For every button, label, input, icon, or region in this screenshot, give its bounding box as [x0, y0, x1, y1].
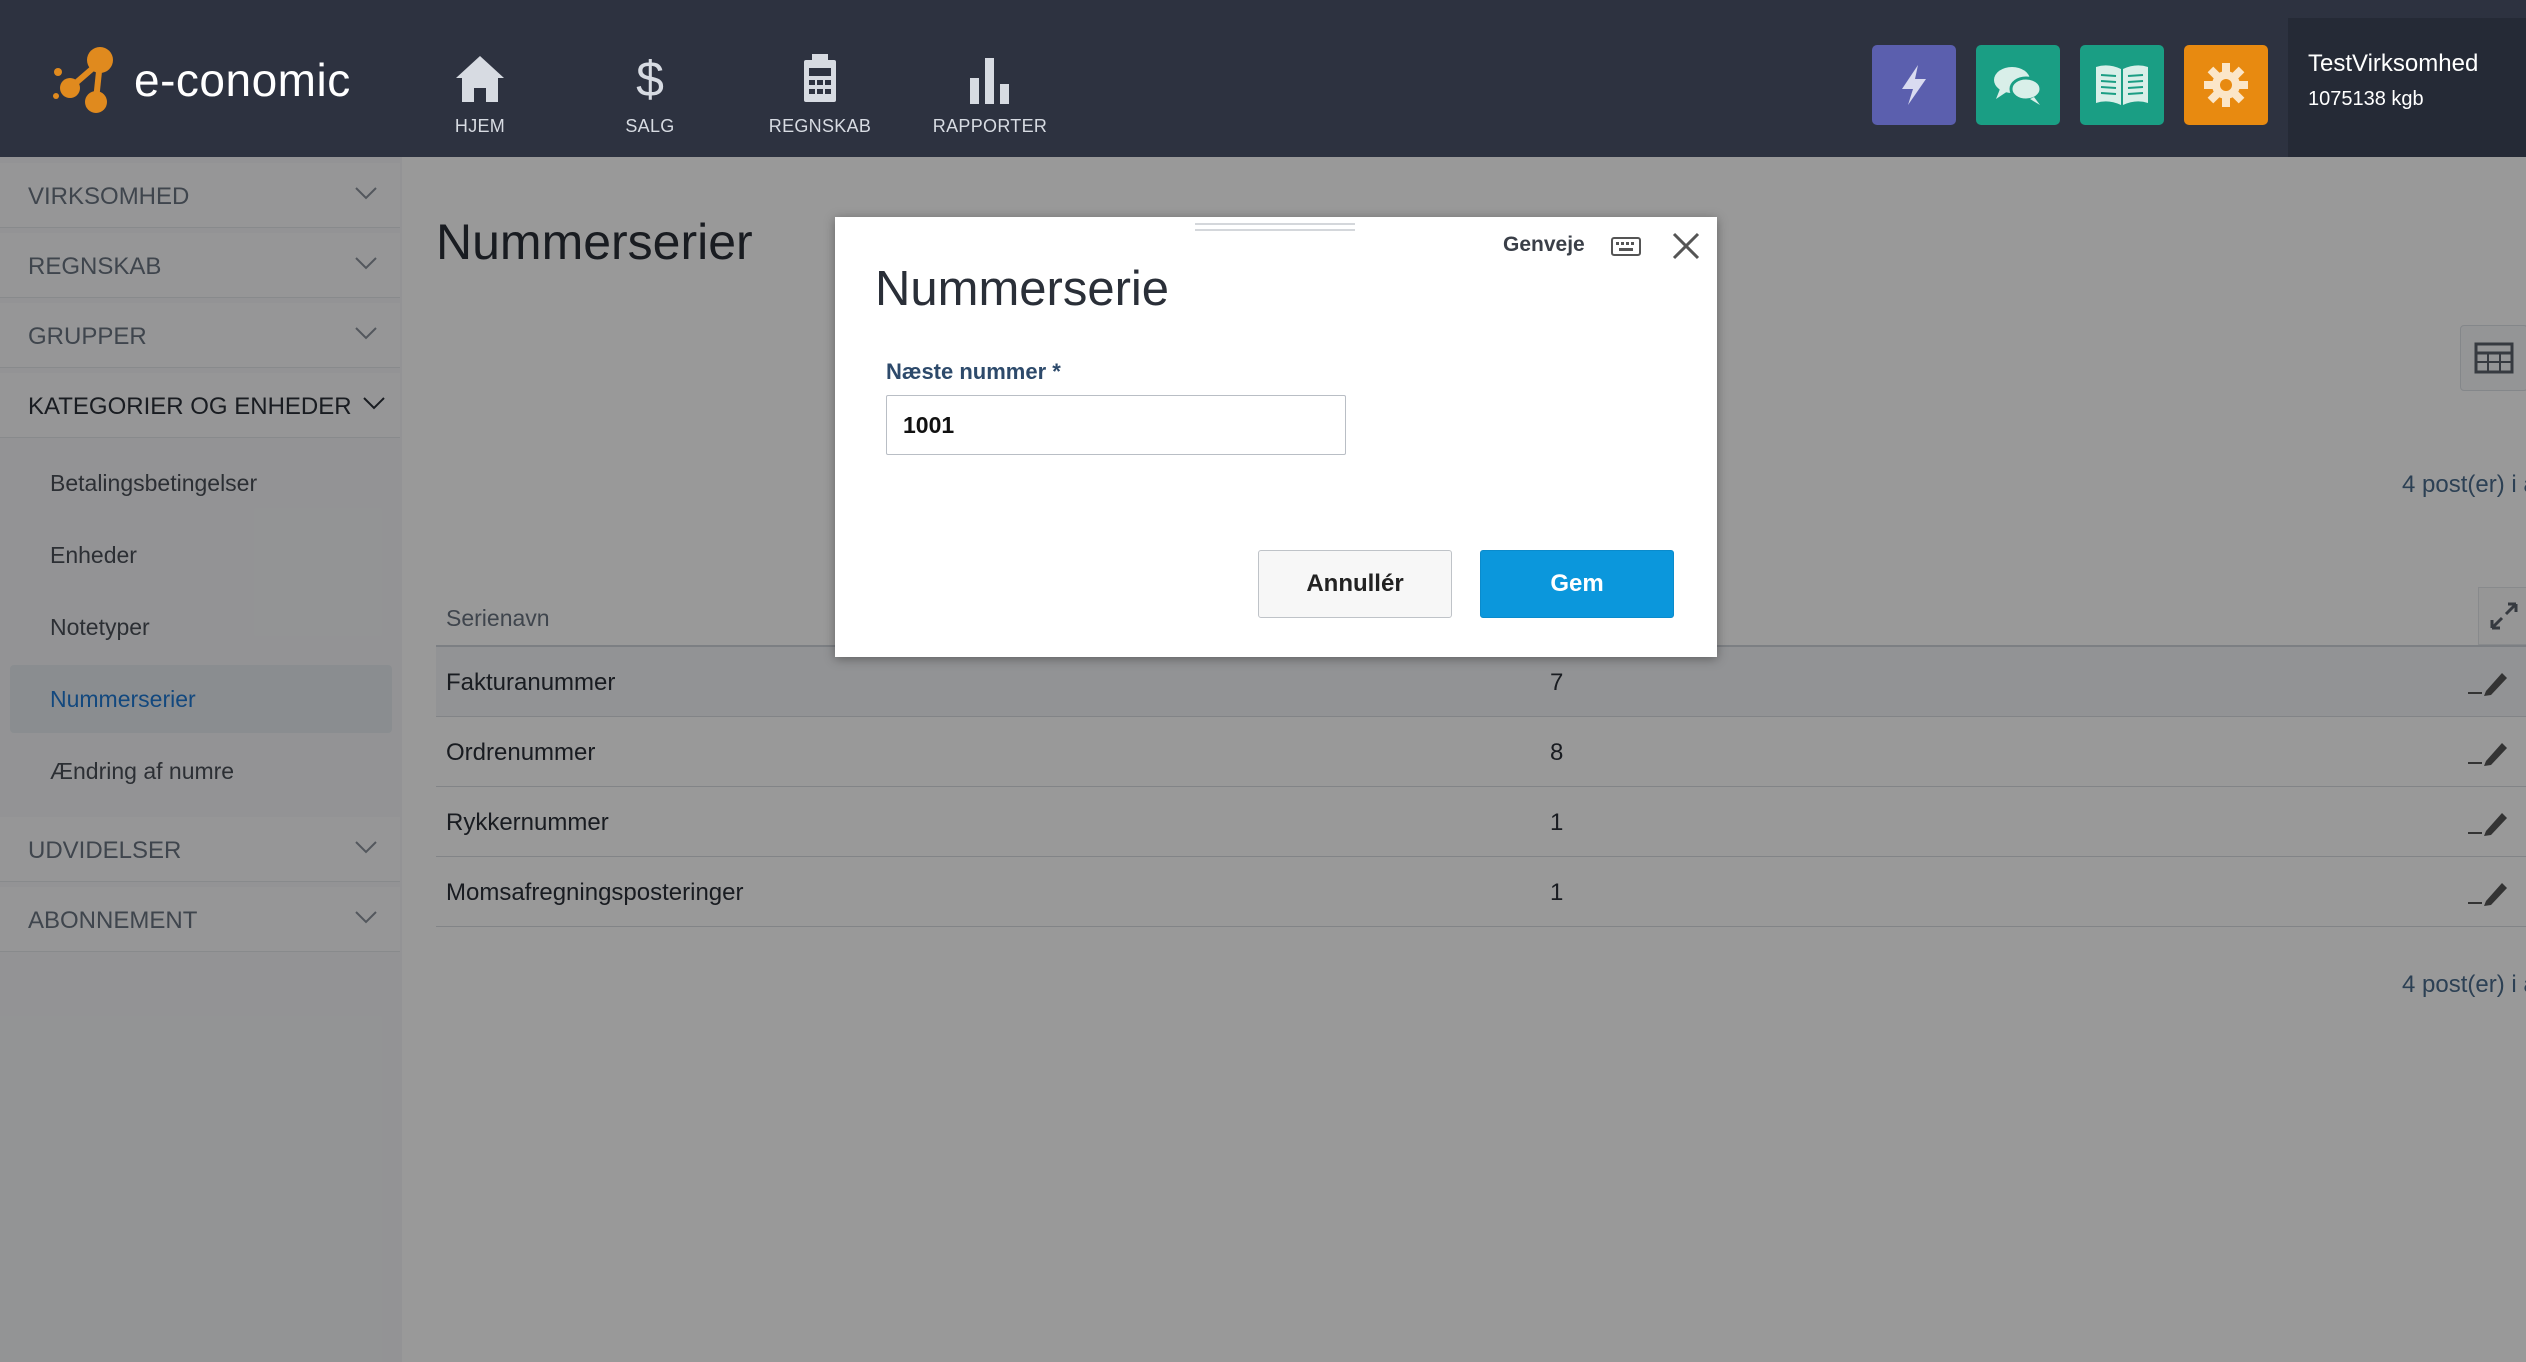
logo-text: e-conomic [134, 54, 351, 106]
logo-icon [53, 47, 113, 113]
nav-reports[interactable]: RAPPORTER [915, 48, 1065, 137]
ledger-icon [745, 48, 895, 104]
save-button[interactable]: Gem [1480, 550, 1674, 618]
gear-tile[interactable] [2184, 45, 2268, 125]
home-icon [405, 48, 555, 104]
cancel-button[interactable]: Annullér [1258, 550, 1452, 618]
close-icon[interactable] [1671, 231, 1701, 261]
company-name: TestVirksomhed [2308, 50, 2479, 77]
top-bar: e-conomic HJEM $ SALG REGNSKAB RAPPORTER [0, 0, 2526, 157]
nav-sales-label: SALG [625, 116, 675, 136]
lightning-icon [1902, 65, 1926, 105]
nav-home[interactable]: HJEM [405, 48, 555, 137]
lightning-tile[interactable] [1872, 45, 1956, 125]
chat-tile[interactable] [1976, 45, 2060, 125]
user-menu[interactable]: TestVirksomhed 1075138 kgb [2288, 18, 2526, 157]
book-icon [2096, 65, 2148, 105]
nav-ledger-label: REGNSKAB [768, 116, 872, 136]
dialog-title: Nummerserie [875, 262, 1170, 316]
nav-sales[interactable]: $ SALG [575, 48, 725, 137]
user-id: 1075138 kgb [2308, 88, 2424, 110]
nav-reports-label: RAPPORTER [932, 116, 1048, 136]
dollar-icon: $ [636, 51, 664, 107]
next-number-label: Næste nummer * [886, 359, 1061, 384]
book-tile[interactable] [2080, 45, 2164, 125]
nav-home-label: HJEM [454, 116, 506, 136]
chat-icon [1994, 67, 2043, 105]
gear-icon [2204, 63, 2248, 107]
drag-handle[interactable] [1195, 223, 1355, 239]
bar-chart-icon [915, 48, 1065, 104]
shortcuts-link[interactable]: Genveje [1503, 233, 1585, 257]
nav-ledger[interactable]: REGNSKAB [745, 48, 895, 137]
nummerserie-dialog: Nummerserie Genveje Næste nummer * Annul… [835, 217, 1717, 657]
logo[interactable]: e-conomic [52, 40, 351, 120]
keyboard-icon[interactable] [1611, 235, 1641, 257]
next-number-input[interactable] [886, 395, 1346, 455]
